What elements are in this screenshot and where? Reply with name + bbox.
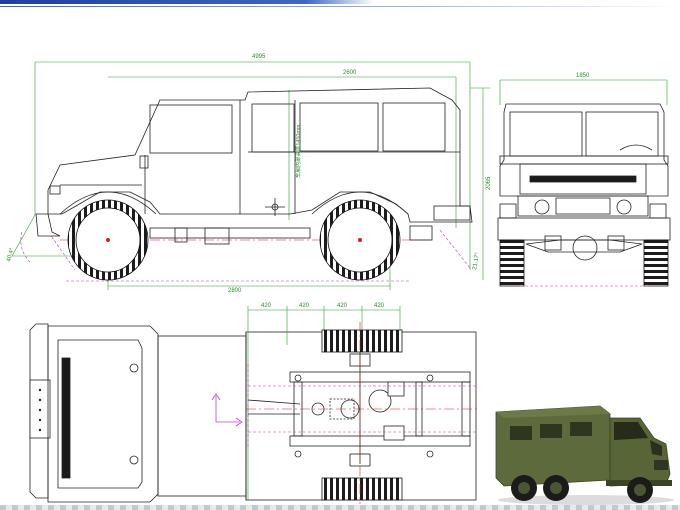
- dim-plan-spacing-2: 420: [299, 303, 310, 309]
- side-fuel-cap: [265, 198, 285, 216]
- plan-axis-marker: [211, 393, 243, 427]
- plan-rear-wheel-bottom: [321, 477, 403, 501]
- front-view: [497, 79, 671, 287]
- dim-departure-angle: 21.17°: [472, 252, 481, 271]
- front-bumper: [497, 217, 671, 241]
- dim-overall-length: 4995: [252, 54, 266, 60]
- side-chassis-rail: [149, 227, 311, 239]
- side-rear-window-1: [299, 102, 379, 152]
- dim-plan-spacing-4: 420: [374, 303, 385, 309]
- dim-approach-angle: 40.4°: [6, 247, 16, 263]
- side-front-light: [49, 185, 61, 195]
- plan-rear-wheel-top: [321, 329, 403, 353]
- front-windshield-right: [585, 111, 659, 157]
- dim-plan-spacing-1: 420: [261, 303, 272, 309]
- side-rear-window-2: [382, 102, 446, 152]
- side-front-bumper: [35, 213, 61, 237]
- dim-plan-spacing-3: 420: [337, 303, 348, 309]
- side-door-window: [149, 104, 233, 154]
- dim-front-width: 1850: [576, 73, 590, 79]
- dim-interior-height-label: 车厢内部高度1450mm: [294, 124, 302, 178]
- dim-wheelbase-top: 2600: [343, 70, 357, 76]
- side-view: [11, 61, 490, 290]
- front-windshield-left: [509, 111, 583, 157]
- slide-footer-strip: [0, 505, 680, 510]
- dim-body-height: 2065: [486, 176, 492, 190]
- side-mirror: [139, 155, 149, 169]
- slide: 4995 2600 2800 2065 40.4° 21.17° 车厢内部高度1…: [0, 0, 680, 510]
- plan-cab-roof: [157, 335, 247, 497]
- side-rear-window-3: [251, 103, 295, 153]
- dim-wheelbase-bottom: 2800: [228, 288, 242, 294]
- plan-view: [29, 306, 480, 504]
- vehicle-photo: [490, 404, 676, 506]
